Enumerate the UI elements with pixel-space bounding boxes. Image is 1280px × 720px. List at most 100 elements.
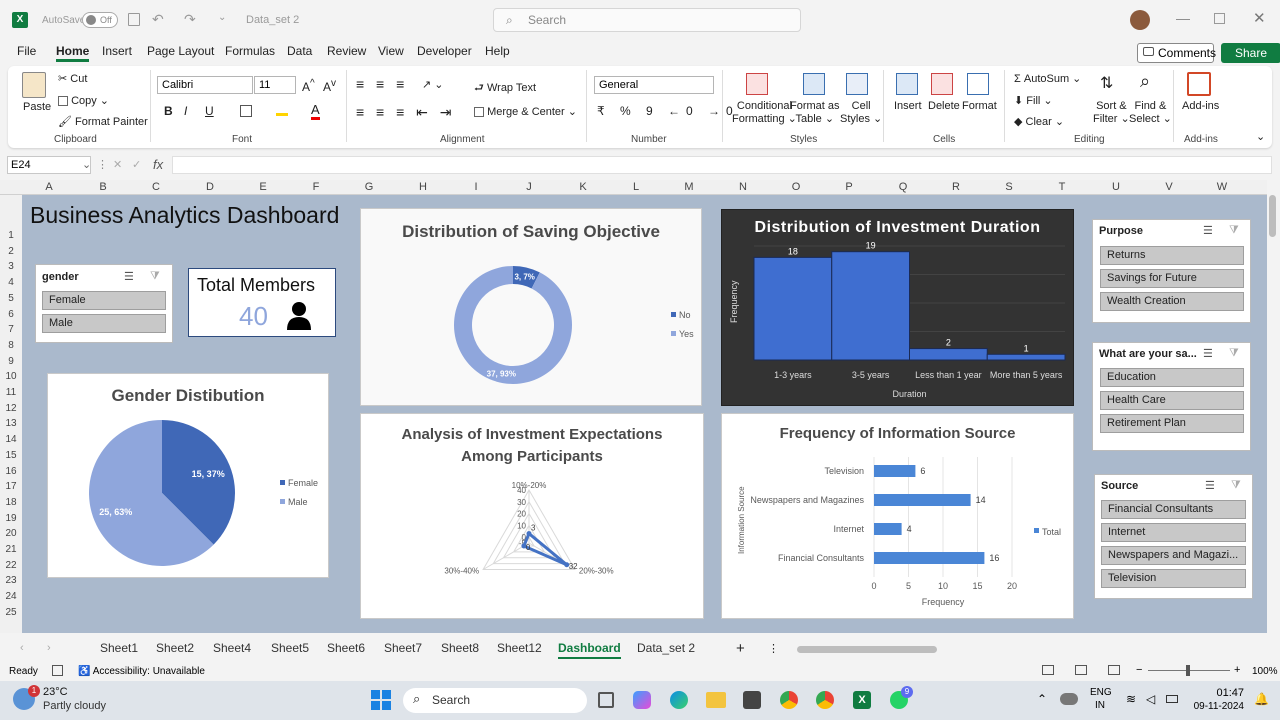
- name-box[interactable]: E24: [7, 156, 91, 174]
- formula-input[interactable]: [172, 156, 1272, 174]
- save-icon[interactable]: [128, 13, 140, 26]
- multi-select-icon[interactable]: ☰: [1203, 347, 1213, 360]
- clock-date[interactable]: 09-11-2024: [1188, 701, 1244, 712]
- row-header-9[interactable]: 9: [0, 356, 22, 367]
- slicer-item-newspapers[interactable]: Newspapers and Magazi...: [1101, 546, 1246, 565]
- taskbar-search[interactable]: Search: [403, 688, 587, 713]
- cell-styles-button[interactable]: Cell Styles ⌄: [840, 100, 882, 125]
- autosave-toggle[interactable]: Off: [82, 12, 118, 28]
- investment-expectations-chart[interactable]: Analysis of Investment Expectations Amon…: [360, 413, 704, 619]
- row-header-1[interactable]: 1: [0, 230, 22, 241]
- slicer-item-financial-consultants[interactable]: Financial Consultants: [1101, 500, 1246, 519]
- information-source-chart[interactable]: Frequency of Information Source 0 5 10 15 20…: [721, 413, 1074, 619]
- column-header-m[interactable]: M: [662, 180, 716, 195]
- bold-button[interactable]: B: [164, 104, 173, 118]
- row-header-21[interactable]: 21: [0, 544, 22, 555]
- maximize-icon[interactable]: [1214, 13, 1225, 24]
- copilot-icon[interactable]: [633, 691, 651, 709]
- column-header-a[interactable]: A: [22, 180, 76, 195]
- excel-taskbar-icon[interactable]: X: [853, 691, 871, 709]
- battery-icon[interactable]: [1166, 695, 1178, 703]
- minimize-icon[interactable]: —: [1176, 10, 1190, 26]
- sort-filter-button[interactable]: Sort & Filter ⌄: [1093, 100, 1130, 125]
- font-name-select[interactable]: Calibri: [157, 76, 253, 94]
- language-top[interactable]: ENG: [1090, 687, 1112, 698]
- row-header-24[interactable]: 24: [0, 591, 22, 602]
- paste-button[interactable]: Paste: [23, 101, 51, 113]
- slicer-item-health-care[interactable]: Health Care: [1100, 391, 1244, 410]
- slicer-item-wealth-creation[interactable]: Wealth Creation: [1100, 292, 1244, 311]
- store-icon[interactable]: [743, 691, 761, 709]
- menu-page-layout[interactable]: Page Layout: [147, 44, 214, 62]
- italic-button[interactable]: I: [184, 104, 187, 118]
- zoom-slider-thumb[interactable]: [1186, 665, 1190, 676]
- find-select-button[interactable]: Find & Select ⌄: [1129, 100, 1172, 125]
- multi-select-icon[interactable]: ☰: [1205, 479, 1215, 492]
- menu-view[interactable]: View: [378, 44, 404, 62]
- onedrive-icon[interactable]: [1060, 693, 1078, 705]
- cancel-entry-icon[interactable]: ✕: [113, 158, 122, 171]
- font-size-select[interactable]: 11: [254, 76, 296, 94]
- slicer-item-television[interactable]: Television: [1101, 569, 1246, 588]
- orientation-icon[interactable]: ↗ ⌄: [422, 78, 444, 91]
- format-cells-icon[interactable]: [967, 73, 989, 95]
- sort-filter-icon[interactable]: ⇅: [1100, 73, 1113, 93]
- clear-filter-icon[interactable]: ⧩: [150, 270, 160, 283]
- investment-duration-chart[interactable]: Distribution of Investment Duration 18 1-…: [721, 209, 1074, 406]
- row-header-16[interactable]: 16: [0, 466, 22, 477]
- addins-button[interactable]: Add-ins: [1182, 100, 1219, 112]
- clear-filter-icon[interactable]: ⧩: [1229, 347, 1239, 360]
- slicer-item-returns[interactable]: Returns: [1100, 246, 1244, 265]
- sheet-tab-data-set-2[interactable]: Data_set 2: [637, 641, 695, 655]
- row-header-15[interactable]: 15: [0, 450, 22, 461]
- find-select-icon[interactable]: ⌕: [1140, 71, 1150, 92]
- fill-color-icon[interactable]: [276, 104, 288, 116]
- row-header-6[interactable]: 6: [0, 309, 22, 320]
- chrome-profile-icon[interactable]: [816, 691, 834, 709]
- column-header-h[interactable]: H: [396, 180, 450, 195]
- multi-select-icon[interactable]: ☰: [124, 270, 134, 283]
- cell-styles-icon[interactable]: [846, 73, 868, 95]
- sheet-tab-sheet1[interactable]: Sheet1: [100, 641, 138, 655]
- horizontal-scroll-thumb[interactable]: [797, 646, 937, 653]
- column-header-k[interactable]: K: [556, 180, 610, 195]
- column-header-p[interactable]: P: [822, 180, 876, 195]
- paste-icon[interactable]: [22, 72, 46, 98]
- close-icon[interactable]: ✕: [1253, 9, 1266, 27]
- column-header-c[interactable]: C: [129, 180, 183, 195]
- confirm-entry-icon[interactable]: ✓: [132, 158, 141, 171]
- vertical-align-icons[interactable]: ≡ ≡ ≡: [356, 76, 408, 92]
- copy-button[interactable]: Copy ⌄: [58, 94, 109, 107]
- row-header-5[interactable]: 5: [0, 293, 22, 304]
- column-header-v[interactable]: V: [1142, 180, 1196, 195]
- addins-icon[interactable]: [1187, 72, 1211, 96]
- column-header-u[interactable]: U: [1089, 180, 1143, 195]
- saving-objective-chart[interactable]: Distribution of Saving Objective 3, 7% 37…: [360, 208, 702, 406]
- menu-data[interactable]: Data: [287, 44, 312, 62]
- row-header-23[interactable]: 23: [0, 575, 22, 586]
- tray-overflow-icon[interactable]: ⌃: [1037, 692, 1047, 706]
- next-sheet-icon[interactable]: ›: [47, 642, 51, 654]
- file-explorer-icon[interactable]: [706, 692, 726, 708]
- vertical-scroll-thumb[interactable]: [1269, 195, 1276, 237]
- decrease-font-icon[interactable]: Av: [323, 78, 336, 94]
- sheet-tab-sheet5[interactable]: Sheet5: [271, 641, 309, 655]
- menu-review[interactable]: Review: [327, 44, 366, 62]
- row-header-22[interactable]: 22: [0, 560, 22, 571]
- volume-icon[interactable]: ◁: [1146, 692, 1155, 706]
- page-break-icon[interactable]: [1108, 665, 1120, 675]
- merge-center-button[interactable]: Merge & Center ⌄: [474, 105, 577, 118]
- row-header-20[interactable]: 20: [0, 528, 22, 539]
- collapse-ribbon-icon[interactable]: ⌄: [1256, 130, 1265, 143]
- format-cells-button[interactable]: Format: [962, 100, 997, 112]
- row-header-25[interactable]: 25: [0, 607, 22, 618]
- normal-view-icon[interactable]: [1042, 665, 1054, 675]
- delete-cells-button[interactable]: Delete: [928, 100, 960, 112]
- conditional-formatting-icon[interactable]: [746, 73, 768, 95]
- add-sheet-icon[interactable]: +: [736, 640, 745, 657]
- wifi-icon[interactable]: ≋: [1126, 692, 1136, 706]
- avatar[interactable]: [1130, 10, 1150, 30]
- row-header-2[interactable]: 2: [0, 246, 22, 257]
- wrap-text-button[interactable]: ⮐ Wrap Text: [474, 79, 536, 98]
- increase-font-icon[interactable]: A^: [302, 78, 315, 94]
